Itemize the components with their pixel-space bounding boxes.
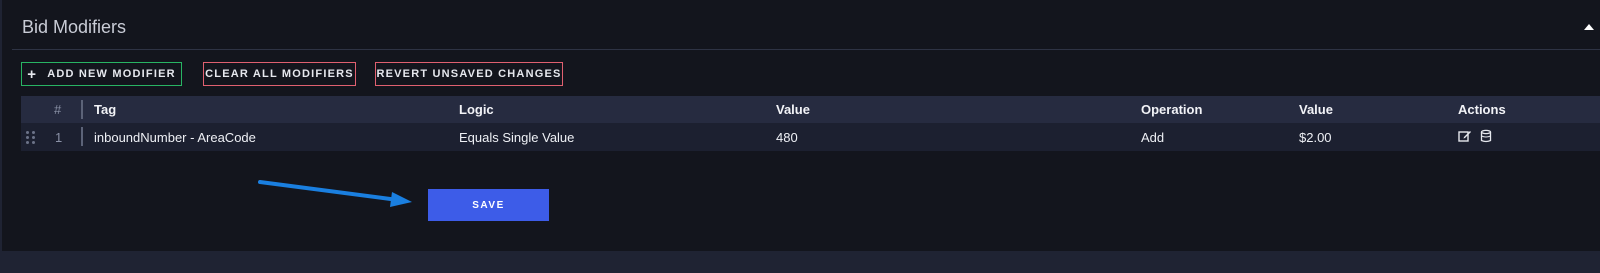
column-header-amount: Value	[1299, 102, 1333, 117]
column-header-logic: Logic	[459, 102, 494, 117]
revert-unsaved-changes-button[interactable]: REVERT UNSAVED CHANGES	[375, 62, 563, 86]
row-value: 480	[776, 129, 798, 145]
add-new-modifier-label: ADD NEW MODIFIER	[47, 68, 176, 80]
drag-handle-icon[interactable]	[26, 131, 36, 144]
add-new-modifier-button[interactable]: + ADD NEW MODIFIER	[21, 62, 182, 86]
column-divider	[81, 127, 83, 146]
trash-icon[interactable]	[1479, 129, 1493, 143]
column-header-number: #	[54, 102, 62, 117]
row-operation: Add	[1141, 129, 1165, 145]
row-number: 1	[55, 129, 63, 145]
column-header-tag: Tag	[94, 102, 117, 117]
row-logic: Equals Single Value	[459, 129, 575, 145]
column-header-operation: Operation	[1141, 102, 1203, 117]
column-divider	[81, 100, 83, 119]
row-amount: $2.00	[1299, 129, 1332, 145]
panel-header: Bid Modifiers	[12, 0, 1600, 50]
table-header: # Tag Logic Value Operation Value Action…	[21, 96, 1600, 123]
annotation-arrow	[258, 180, 412, 207]
caret-up-icon[interactable]	[1584, 24, 1594, 30]
table-row: 1 inboundNumber - AreaCode Equals Single…	[21, 123, 1600, 151]
panel-title: Bid Modifiers	[22, 17, 127, 37]
row-tag: inboundNumber - AreaCode	[94, 129, 256, 145]
plus-icon: +	[27, 65, 38, 83]
column-header-value: Value	[776, 102, 810, 117]
modifiers-table: # Tag Logic Value Operation Value Action…	[21, 96, 1600, 155]
clear-all-modifiers-button[interactable]: CLEAR ALL MODIFIERS	[203, 62, 356, 86]
save-button[interactable]: SAVE	[428, 189, 549, 221]
edit-icon[interactable]	[1458, 129, 1472, 143]
column-header-actions: Actions	[1458, 102, 1506, 117]
